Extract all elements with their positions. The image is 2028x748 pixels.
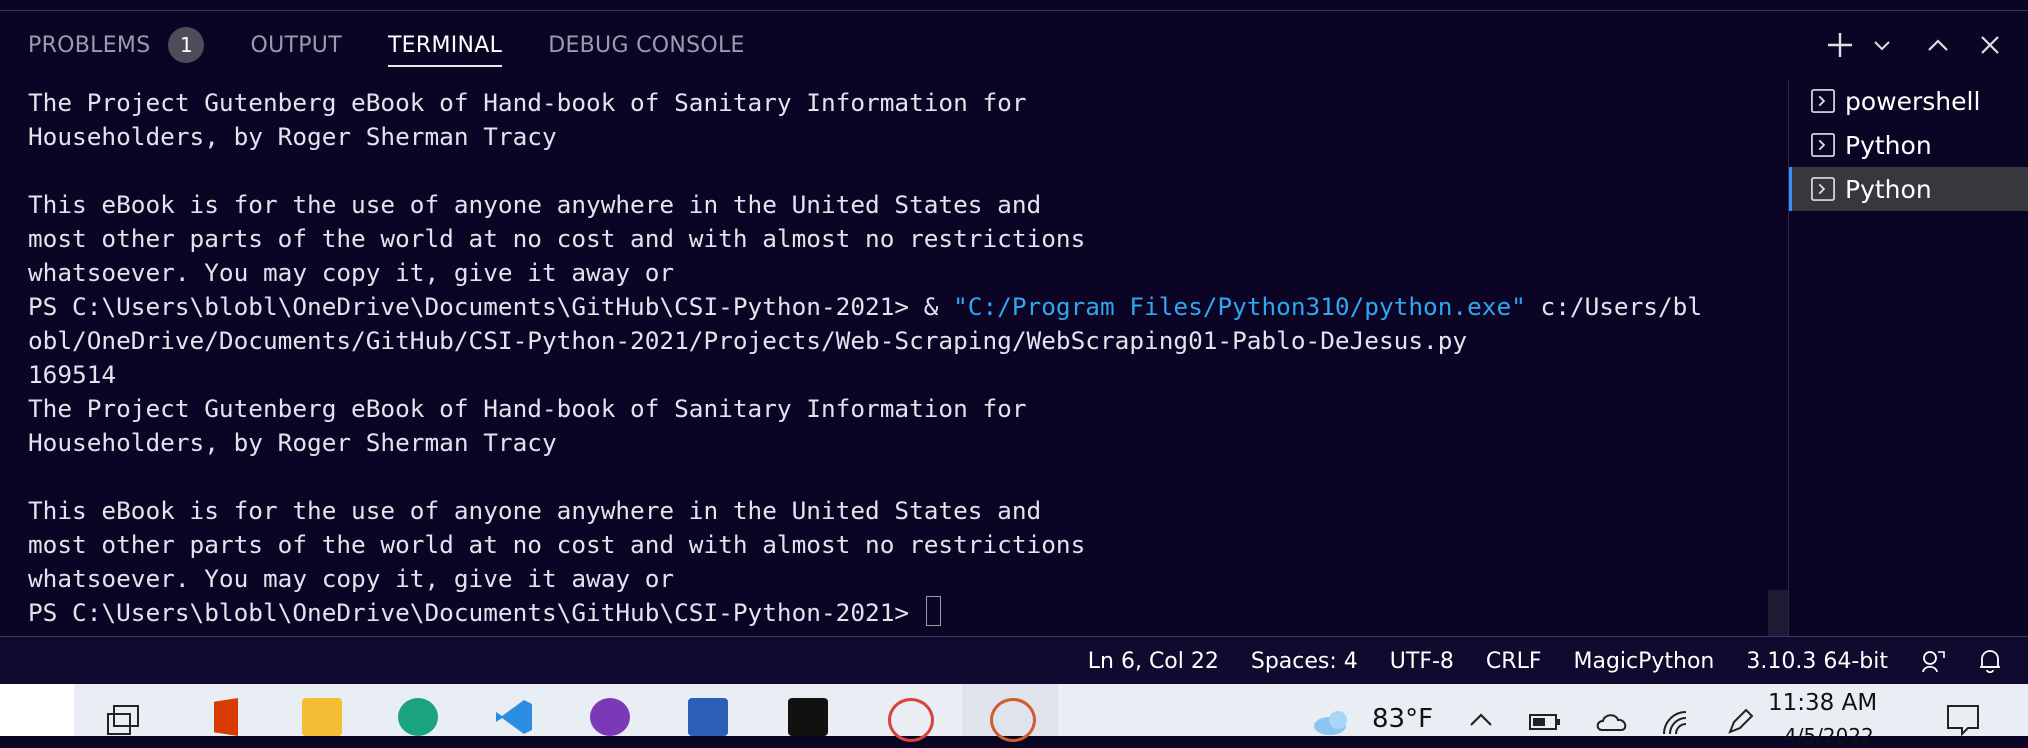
terminal-line: obl/OneDrive/Documents/GitHub/CSI-Python… (28, 326, 1468, 355)
tab-output[interactable]: OUTPUT (250, 11, 341, 79)
terminal-scrollbar-thumb[interactable] (1768, 590, 1788, 636)
close-panel-button[interactable] (1968, 23, 2012, 67)
tab-terminal-label: TERMINAL (387, 32, 503, 58)
terminal-icon (1811, 89, 1835, 113)
maximize-panel-button[interactable] (1916, 23, 1960, 67)
editor-top-border (0, 0, 2028, 11)
clock-date[interactable]: 4/5/2022 (1784, 724, 1874, 748)
problems-count-badge: 1 (168, 27, 205, 63)
line-endings[interactable]: CRLF (1486, 649, 1542, 674)
tab-terminal[interactable]: TERMINAL (387, 11, 503, 79)
tab-debug-console[interactable]: DEBUG CONSOLE (548, 11, 745, 79)
weather-icon[interactable] (1310, 708, 1354, 740)
snipping-tool-icon[interactable] (888, 698, 934, 742)
terminal-instance-python-1[interactable]: Python (1789, 123, 2028, 167)
tab-problems-label: PROBLEMS (28, 32, 151, 58)
task-view-icon[interactable] (106, 704, 140, 740)
weather-temperature[interactable]: 83°F (1372, 704, 1433, 734)
terminal-line: most other parts of the world at no cost… (28, 224, 1086, 253)
terminal-line: whatsoever. You may copy it, give it awa… (28, 564, 675, 593)
battery-icon[interactable] (1528, 712, 1562, 736)
office-icon[interactable] (214, 698, 238, 736)
prompt-text: PS C:\Users\blobl\OneDrive\Documents\Git… (28, 292, 954, 321)
new-terminal-button[interactable] (1818, 23, 1862, 67)
prompt-text: PS C:\Users\blobl\OneDrive\Documents\Git… (28, 598, 924, 627)
terminal-dropdown-button[interactable] (1870, 23, 1894, 67)
edge-icon[interactable] (398, 698, 438, 736)
terminal-line: This eBook is for the use of anyone anyw… (28, 190, 1042, 219)
windows-taskbar: 83°F 11:38 AM 4/5/2022 (0, 684, 2028, 748)
tab-debug-console-label: DEBUG CONSOLE (548, 32, 745, 58)
clock-time[interactable]: 11:38 AM (1768, 690, 1877, 716)
status-items: Ln 6, Col 22 Spaces: 4 UTF-8 CRLF MagicP… (1088, 637, 2028, 685)
plus-icon (1828, 33, 1852, 57)
terminal-instances-list: powershell Python Python (1788, 79, 2028, 636)
bell-icon[interactable] (1978, 648, 2002, 674)
status-bar: Ln 6, Col 22 Spaces: 4 UTF-8 CRLF MagicP… (0, 636, 2028, 685)
file-explorer-icon[interactable] (302, 698, 342, 736)
terminal-icon (1811, 177, 1835, 201)
terminal-line: whatsoever. You may copy it, give it awa… (28, 258, 675, 287)
terminal-app-icon[interactable] (788, 698, 828, 736)
chevron-up-icon[interactable] (1468, 710, 1494, 732)
terminal-icon (1811, 133, 1835, 157)
terminal-instance-powershell[interactable]: powershell (1789, 79, 2028, 123)
terminal-prompt-line: PS C:\Users\blobl\OneDrive\Documents\Git… (28, 596, 941, 630)
indentation[interactable]: Spaces: 4 (1251, 649, 1358, 674)
tab-output-label: OUTPUT (250, 32, 342, 58)
terminal-instance-label: Python (1845, 174, 1932, 204)
cursor-position[interactable]: Ln 6, Col 22 (1088, 649, 1219, 674)
notifications-icon[interactable] (1946, 704, 1980, 740)
terminal-output[interactable]: The Project Gutenberg eBook of Hand-book… (0, 79, 1788, 636)
terminal-cursor (925, 596, 941, 626)
close-icon (1981, 36, 1999, 54)
terminal-instance-python-2[interactable]: Python (1789, 167, 2028, 211)
python-interpreter[interactable]: 3.10.3 64-bit (1746, 649, 1888, 674)
tab-problems[interactable]: PROBLEMS 1 (28, 11, 205, 79)
terminal-line: Householders, by Roger Sherman Tracy (28, 428, 557, 457)
start-area[interactable] (0, 684, 74, 736)
terminal-line: most other parts of the world at no cost… (28, 530, 1086, 559)
script-path-start: c:/Users/bl (1525, 292, 1703, 321)
chevron-down-icon (1874, 41, 1890, 51)
terminal-command-line: PS C:\Users\blobl\OneDrive\Documents\Git… (28, 290, 1702, 324)
feedback-icon[interactable] (1920, 648, 1946, 674)
cloud-icon[interactable] (1594, 710, 1630, 738)
panel-header: PROBLEMS 1 OUTPUT TERMINAL DEBUG CONSOLE (0, 11, 2028, 79)
file-encoding[interactable]: UTF-8 (1390, 649, 1454, 674)
panel-tabs: PROBLEMS 1 OUTPUT TERMINAL DEBUG CONSOLE (28, 11, 791, 79)
paint-icon[interactable] (990, 698, 1036, 742)
terminal-line: The Project Gutenberg eBook of Hand-book… (28, 394, 1027, 423)
pen-icon[interactable] (1726, 706, 1756, 740)
vscode-icon[interactable] (494, 698, 534, 740)
wifi-icon[interactable] (1660, 708, 1690, 740)
word-icon[interactable] (688, 698, 728, 736)
terminal-instance-label: Python (1845, 130, 1932, 160)
terminal-line: Householders, by Roger Sherman Tracy (28, 122, 557, 151)
terminal-line: 169514 (28, 360, 117, 389)
github-desktop-icon[interactable] (590, 698, 630, 736)
terminal-line: The Project Gutenberg eBook of Hand-book… (28, 88, 1027, 117)
terminal-instance-label: powershell (1845, 86, 1981, 116)
panel-actions (1818, 11, 2028, 79)
python-path-string: "C:/Program Files/Python310/python.exe" (953, 292, 1526, 321)
terminal-line: This eBook is for the use of anyone anyw… (28, 496, 1042, 525)
chevron-up-icon (1928, 39, 1948, 51)
language-mode[interactable]: MagicPython (1573, 649, 1714, 674)
